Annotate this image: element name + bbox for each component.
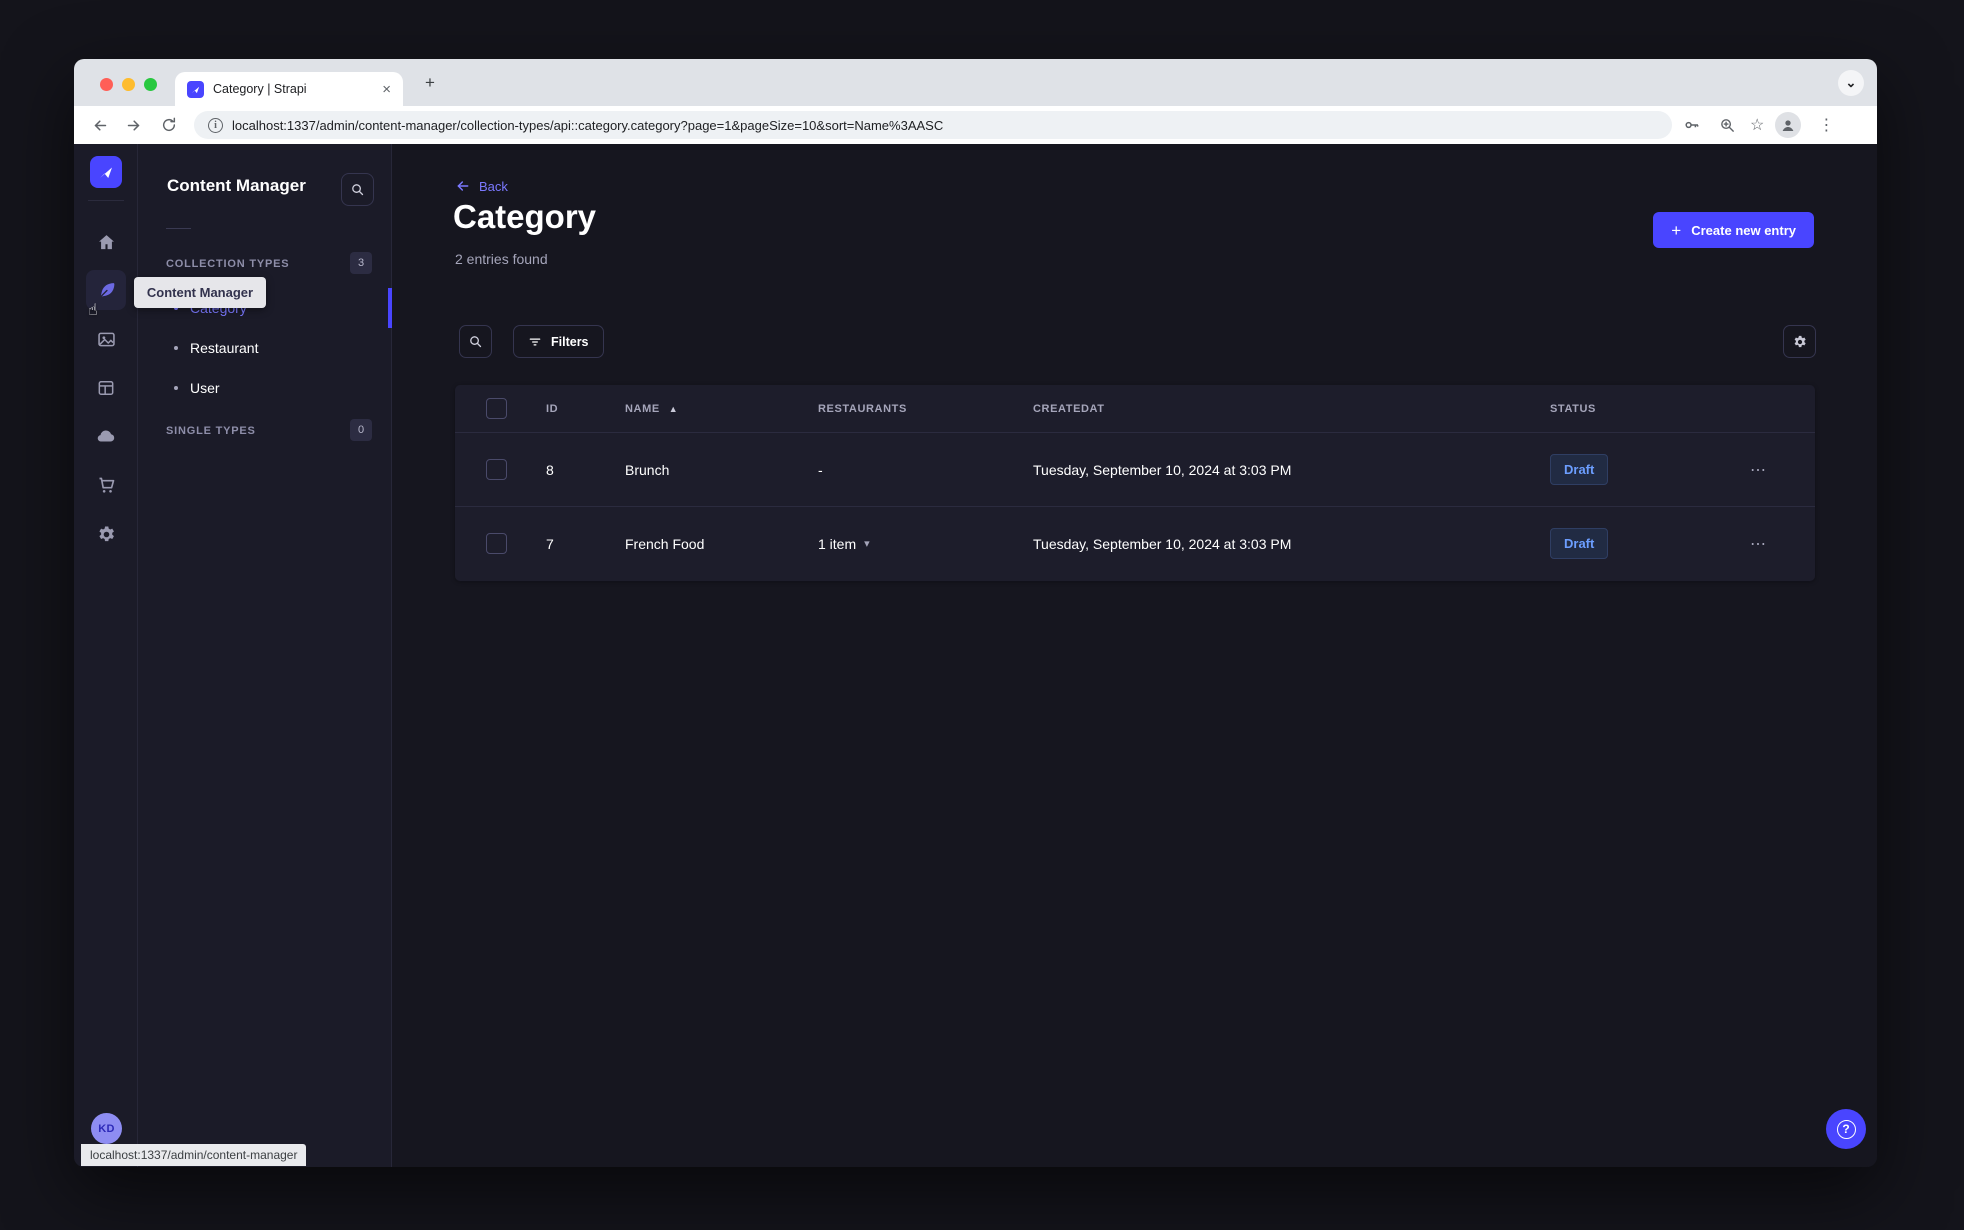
bullet-icon — [174, 346, 178, 350]
close-window-button[interactable] — [100, 78, 113, 91]
column-header-name[interactable]: NAME — [625, 403, 660, 415]
sidebar-title: Content Manager — [167, 176, 306, 195]
media-library-icon[interactable] — [86, 319, 126, 359]
filters-button[interactable]: Filters — [513, 325, 604, 358]
active-item-indicator — [388, 288, 392, 328]
status-badge: Draft — [1550, 528, 1609, 559]
single-types-count-badge: 0 — [350, 419, 372, 441]
column-header-id[interactable]: ID — [546, 403, 625, 415]
back-link[interactable]: Back — [455, 178, 508, 194]
password-manager-key-icon[interactable] — [1680, 113, 1704, 137]
single-types-label: SINGLE TYPES — [166, 425, 256, 437]
zoom-magnifier-icon[interactable] — [1715, 113, 1739, 137]
mouse-hand-cursor: ☝ — [88, 300, 98, 319]
cloud-icon[interactable] — [86, 416, 126, 456]
collection-types-count-badge: 3 — [350, 252, 372, 274]
select-all-checkbox[interactable] — [486, 398, 507, 419]
view-settings-cog-button[interactable] — [1783, 325, 1816, 358]
strapi-admin: ☝ KD Content Manager COLLECTION TYPES 3 … — [74, 144, 1877, 1167]
back-label: Back — [479, 178, 508, 194]
new-tab-button[interactable]: + — [418, 71, 442, 95]
sidebar-item-user[interactable]: User — [138, 368, 392, 408]
minimize-window-button[interactable] — [122, 78, 135, 91]
table-header-row: ID NAME ▲ RESTAURANTS CREATEDAT STATUS — [455, 385, 1815, 433]
layouts-icon[interactable] — [86, 368, 126, 408]
browser-tab[interactable]: Category | Strapi × — [175, 72, 403, 106]
url-text[interactable]: localhost:1337/admin/content-manager/col… — [232, 118, 943, 133]
forward-navigation-icon[interactable] — [121, 113, 145, 137]
page-info-icon[interactable]: i — [208, 117, 223, 133]
row-actions-dots-icon[interactable]: ⋯ — [1750, 460, 1767, 480]
expand-caret-icon[interactable]: ▾ — [864, 537, 870, 550]
status-badge: Draft — [1550, 454, 1609, 485]
rail-divider — [88, 200, 124, 201]
desktop: { "browser": { "tab_title": "Category | … — [0, 0, 1964, 1230]
home-icon[interactable] — [86, 222, 126, 262]
create-new-entry-button[interactable]: + Create new entry — [1653, 212, 1814, 248]
column-header-restaurants[interactable]: RESTAURANTS — [818, 403, 1033, 415]
browser-menu-kebab-icon[interactable]: ⋮ — [1812, 115, 1840, 135]
collection-types-label: COLLECTION TYPES — [166, 258, 290, 270]
sidebar-item-label: Restaurant — [190, 340, 259, 356]
table-row-brunch[interactable]: 8 Brunch - Tuesday, September 10, 2024 a… — [455, 433, 1815, 506]
cell-createdat: Tuesday, September 10, 2024 at 3:03 PM — [1033, 461, 1292, 478]
cell-id: 8 — [546, 461, 554, 478]
table-row-french-food[interactable]: 7 French Food 1 item ▾ Tuesday, Septembe… — [455, 507, 1815, 580]
filters-label: Filters — [551, 334, 589, 349]
entries-table: ID NAME ▲ RESTAURANTS CREATEDAT STATUS 8… — [455, 385, 1815, 581]
browser-window: Category | Strapi × + ⌄ i localhost:1337… — [74, 59, 1877, 1167]
cell-restaurants: - — [818, 461, 823, 478]
tab-title: Category | Strapi — [213, 82, 307, 96]
page-title: Category — [453, 198, 597, 235]
browser-toolbar: i localhost:1337/admin/content-manager/c… — [74, 106, 1877, 144]
entries-count: 2 entries found — [455, 251, 548, 267]
url-bar[interactable]: i localhost:1337/admin/content-manager/c… — [194, 111, 1672, 139]
link-status-bubble: localhost:1337/admin/content-manager — [81, 1144, 307, 1166]
column-header-status: STATUS — [1550, 402, 1596, 415]
close-tab-icon[interactable]: × — [382, 81, 391, 98]
bullet-icon — [174, 386, 178, 390]
row-checkbox[interactable] — [486, 459, 507, 480]
sidebar-divider — [166, 228, 191, 229]
bookmark-star-icon[interactable]: ☆ — [1750, 115, 1764, 135]
plus-icon: + — [1671, 220, 1682, 240]
cell-name: French Food — [625, 535, 705, 552]
cell-createdat: Tuesday, September 10, 2024 at 3:03 PM — [1033, 535, 1292, 552]
create-new-entry-label: Create new entry — [1691, 222, 1796, 238]
cell-id: 7 — [546, 535, 554, 552]
strapi-favicon-icon — [187, 80, 204, 98]
strapi-logo-icon[interactable] — [90, 156, 122, 188]
row-checkbox[interactable] — [486, 533, 507, 554]
help-button[interactable]: ? — [1826, 1109, 1866, 1149]
question-mark-icon: ? — [1836, 1119, 1856, 1139]
tab-strip: Category | Strapi × + ⌄ — [74, 59, 1877, 106]
tab-search-chevron-icon[interactable]: ⌄ — [1838, 70, 1864, 96]
filter-icon — [529, 337, 541, 346]
browser-profile-avatar[interactable] — [1775, 112, 1802, 138]
purchases-cart-icon[interactable] — [86, 465, 126, 505]
nav-rail: ☝ KD — [74, 144, 138, 1167]
sidebar-item-label: User — [190, 380, 220, 396]
row-actions-dots-icon[interactable]: ⋯ — [1750, 534, 1767, 554]
sort-ascending-icon[interactable]: ▲ — [669, 404, 678, 414]
cell-name: Brunch — [625, 461, 670, 478]
traffic-lights — [100, 78, 157, 91]
settings-gear-icon[interactable] — [86, 514, 126, 554]
back-navigation-icon[interactable] — [88, 113, 112, 137]
content-manager-tooltip: Content Manager — [134, 277, 266, 308]
toolbar-actions: ☆ ⋮ — [1680, 112, 1840, 138]
sidebar-search-button[interactable] — [341, 173, 374, 206]
reload-icon[interactable] — [157, 113, 181, 137]
main-area: Back Category 2 entries found + Create n… — [392, 144, 1877, 1167]
sidebar-item-restaurant[interactable]: Restaurant — [138, 328, 392, 368]
zoom-window-button[interactable] — [144, 78, 157, 91]
user-avatar[interactable]: KD — [91, 1113, 122, 1144]
table-search-button[interactable] — [459, 325, 492, 358]
column-header-createdat[interactable]: CREATEDAT — [1033, 403, 1550, 415]
cell-restaurants: 1 item — [818, 535, 857, 552]
